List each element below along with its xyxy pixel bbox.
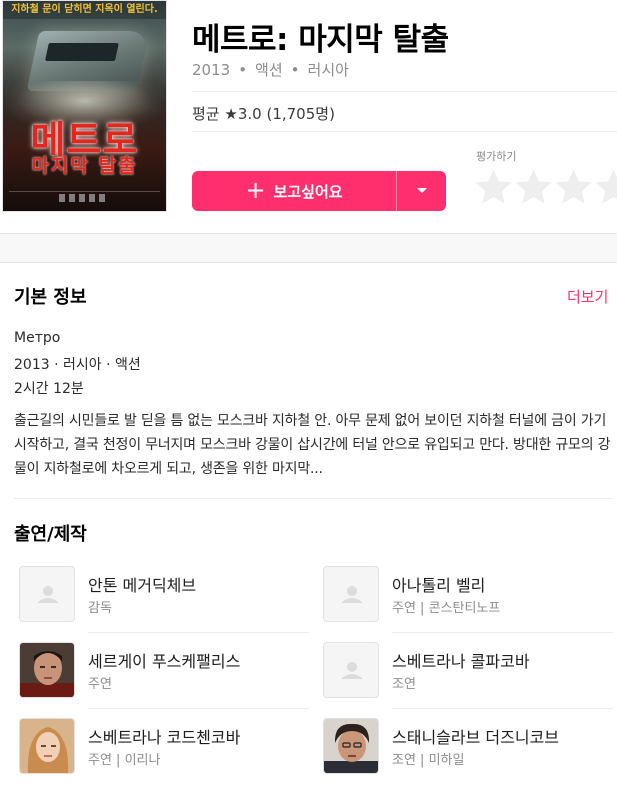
cast-item[interactable]: 스베트라나 콜파코바조연 bbox=[323, 642, 613, 718]
rating-value: 3.0 bbox=[237, 105, 262, 123]
divider bbox=[392, 632, 613, 633]
meta-separator: • bbox=[290, 61, 300, 79]
movie-country: 러시아 bbox=[307, 61, 349, 79]
cast-item[interactable]: 스태니슬라브 더즈니코브조연 | 미하일 bbox=[323, 718, 613, 794]
cast-item[interactable]: 스베트라나 코드첸코바주연 | 이리나 bbox=[19, 718, 309, 794]
cast-role: 조연 | 미하일 bbox=[392, 753, 465, 768]
divider bbox=[88, 632, 309, 633]
cast-name: 세르게이 푸스케팰리스 bbox=[88, 652, 241, 671]
more-link[interactable]: 더보기 bbox=[567, 286, 608, 307]
star-icon[interactable] bbox=[474, 165, 513, 209]
meta-separator: • bbox=[238, 61, 248, 79]
cast-name: 스베트라나 콜파코바 bbox=[392, 652, 530, 671]
cast-item[interactable]: 세르게이 푸스케팰리스주연 bbox=[19, 642, 309, 718]
cast-role: 감독 bbox=[88, 601, 112, 616]
chevron-down-icon bbox=[416, 188, 427, 193]
wish-button-group: + 보고싶어요 bbox=[192, 171, 446, 211]
movie-header: 지하철 문이 닫히면 지옥이 열린다. 메트로 마지막 탈출 메트로: 마지막 … bbox=[0, 0, 617, 233]
avatar-placeholder-icon bbox=[323, 566, 379, 622]
cast-heading: 출연/제작 bbox=[14, 524, 87, 545]
divider bbox=[88, 708, 309, 709]
cast-name: 아나톨리 벨리 bbox=[392, 576, 486, 595]
movie-poster[interactable]: 지하철 문이 닫히면 지옥이 열린다. 메트로 마지막 탈출 bbox=[2, 0, 167, 212]
movie-genre: 액션 bbox=[255, 61, 283, 79]
star-icon[interactable] bbox=[554, 165, 593, 209]
cast-role: 주연 | 이리나 bbox=[88, 753, 161, 768]
avatar-placeholder-icon bbox=[323, 642, 379, 698]
synopsis: 출근길의 시민들로 발 딛을 틈 없는 모스크바 지하철 안. 아무 문제 없어… bbox=[14, 413, 611, 477]
avatar-placeholder-icon bbox=[19, 566, 75, 622]
rating-stars[interactable] bbox=[474, 165, 617, 209]
wish-button[interactable]: + 보고싶어요 bbox=[192, 171, 396, 211]
cast-name: 스태니슬라브 더즈니코브 bbox=[392, 728, 560, 747]
original-title: Метро bbox=[14, 330, 61, 346]
cast-item[interactable]: 안톤 메거딕체브감독 bbox=[19, 566, 309, 642]
cast-role: 주연 bbox=[88, 677, 112, 692]
star-icon[interactable] bbox=[594, 165, 617, 209]
divider bbox=[392, 708, 613, 709]
section-gap bbox=[0, 233, 617, 263]
poster-tagline: 지하철 문이 닫히면 지옥이 열린다. bbox=[3, 1, 166, 19]
cast-name: 안톤 메거딕체브 bbox=[88, 576, 197, 595]
movie-year: 2013 bbox=[192, 61, 231, 79]
movie-meta: 2013 • 액션 • 러시아 bbox=[192, 59, 349, 80]
rate-label: 평가하기 bbox=[476, 150, 517, 163]
avatar bbox=[19, 718, 75, 774]
divider bbox=[192, 131, 617, 132]
divider bbox=[192, 91, 617, 92]
star-icon[interactable] bbox=[514, 165, 553, 209]
poster-credits bbox=[9, 191, 160, 203]
basic-info-heading: 기본 정보 bbox=[14, 287, 87, 308]
cast-name: 스베트라나 코드첸코바 bbox=[88, 728, 241, 747]
rating-prefix: 평균 ★ bbox=[192, 105, 238, 123]
divider bbox=[14, 498, 612, 499]
avatar bbox=[19, 642, 75, 698]
rating-count: (1,705명) bbox=[266, 105, 335, 123]
poster-title-line2: 마지막 탈출 bbox=[31, 155, 138, 177]
cast-role: 주연 | 콘스탄티노프 bbox=[392, 601, 501, 616]
avatar bbox=[323, 718, 379, 774]
runtime: 2시간 12분 bbox=[14, 381, 84, 397]
cast-item[interactable]: 아나톨리 벨리주연 | 콘스탄티노프 bbox=[323, 566, 613, 642]
summary-line: 2013 · 러시아 · 액션 bbox=[14, 357, 141, 373]
plus-icon: + bbox=[245, 176, 266, 204]
cast-role: 조연 bbox=[392, 677, 416, 692]
wish-button-label: 보고싶어요 bbox=[273, 182, 343, 201]
movie-title: 메트로: 마지막 탈출 bbox=[192, 22, 449, 58]
wish-dropdown-button[interactable] bbox=[397, 171, 446, 211]
average-rating: 평균 ★3.0 (1,705명) bbox=[192, 103, 335, 124]
